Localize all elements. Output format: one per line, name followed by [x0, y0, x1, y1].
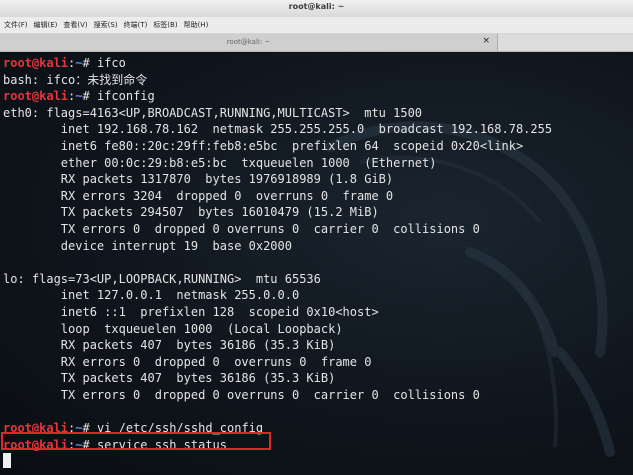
tab-bar: root@kali: ~ × [0, 34, 633, 52]
terminal-output-line: eth0: flags=4163<UP,BROADCAST,RUNNING,MU… [3, 105, 423, 120]
terminal-output-line: inet 127.0.0.1 netmask 255.0.0.0 [3, 288, 300, 303]
menu-view[interactable]: 查看(V) [63, 20, 87, 30]
terminal-output-line: bash: ifco：未找到命令 [3, 72, 148, 87]
window-titlebar[interactable]: root@kali: ~ [0, 0, 633, 18]
prompt-path: ~ [75, 89, 83, 104]
menu-search[interactable]: 搜索(S) [94, 20, 118, 30]
menu-edit[interactable]: 编辑(E) [34, 20, 58, 30]
terminal-prompt-line: root@kali:~# ifconfig [3, 88, 155, 104]
command-text: # ifconfig [82, 89, 155, 104]
command-text: # ifco [82, 56, 126, 70]
prompt-path: ~ [75, 56, 83, 70]
tab-label: root@kali: ~ [226, 38, 271, 46]
terminal-output-line: RX packets 1317870 bytes 1976918989 (1.8… [3, 172, 394, 187]
text-cursor [3, 453, 11, 468]
terminal-output-line: TX errors 0 dropped 0 overruns 0 carrier… [3, 388, 480, 402]
close-icon[interactable]: × [482, 36, 490, 46]
terminal-output-line: lo: flags=73<UP,LOOPBACK,RUNNING> mtu 65… [3, 271, 321, 286]
window-title: root@kali: ~ [288, 2, 345, 11]
terminal-output-line: TX packets 294507 bytes 16010479 (15.2 M… [3, 205, 379, 220]
terminal-output-line: device interrupt 19 base 0x2000 [3, 238, 292, 253]
terminal-output-line: TX errors 0 dropped 0 overruns 0 carrier… [3, 222, 480, 236]
highlight-annotation-box [1, 432, 271, 450]
terminal-output-line: inet6 fe80::20c:29ff:feb8:e5bc prefixlen… [3, 139, 524, 153]
menu-tabs[interactable]: 标签(B) [153, 20, 177, 30]
menu-file[interactable]: 文件(F) [4, 20, 28, 30]
terminal-output-line: RX errors 3204 dropped 0 overruns 0 fram… [3, 188, 394, 203]
terminal-output-line: ether 00:0c:29:b8:e5:bc txqueuelen 1000 … [3, 155, 437, 170]
terminal-output-line: RX errors 0 dropped 0 overruns 0 frame 0 [3, 354, 372, 369]
terminal-output-line: inet 192.168.78.162 netmask 255.255.255.… [3, 122, 553, 137]
terminal-output-line: TX packets 407 bytes 36186 (35.3 KiB) [3, 371, 336, 386]
terminal-output-line: inet6 ::1 prefixlen 128 scopeid 0x10<hos… [3, 305, 379, 319]
prompt-user: root@kali [3, 56, 69, 70]
menu-terminal[interactable]: 终端(T) [124, 20, 148, 30]
menu-bar: 文件(F) 编辑(E) 查看(V) 搜索(S) 终端(T) 标签(B) 帮助(H… [0, 17, 633, 34]
terminal-prompt-line: root@kali:~# ifco [3, 55, 126, 71]
terminal-output[interactable]: root@kali:~# ifco bash: ifco：未找到命令 root@ka… [0, 52, 633, 475]
tab-terminal[interactable]: root@kali: ~ × [0, 34, 498, 51]
menu-help[interactable]: 帮助(H) [184, 20, 209, 30]
terminal-output-line: RX packets 407 bytes 36186 (35.3 KiB) [3, 338, 336, 353]
prompt-user: root@kali [3, 89, 69, 104]
terminal-output-line: loop txqueuelen 1000 (Local Loopback) [3, 321, 343, 336]
